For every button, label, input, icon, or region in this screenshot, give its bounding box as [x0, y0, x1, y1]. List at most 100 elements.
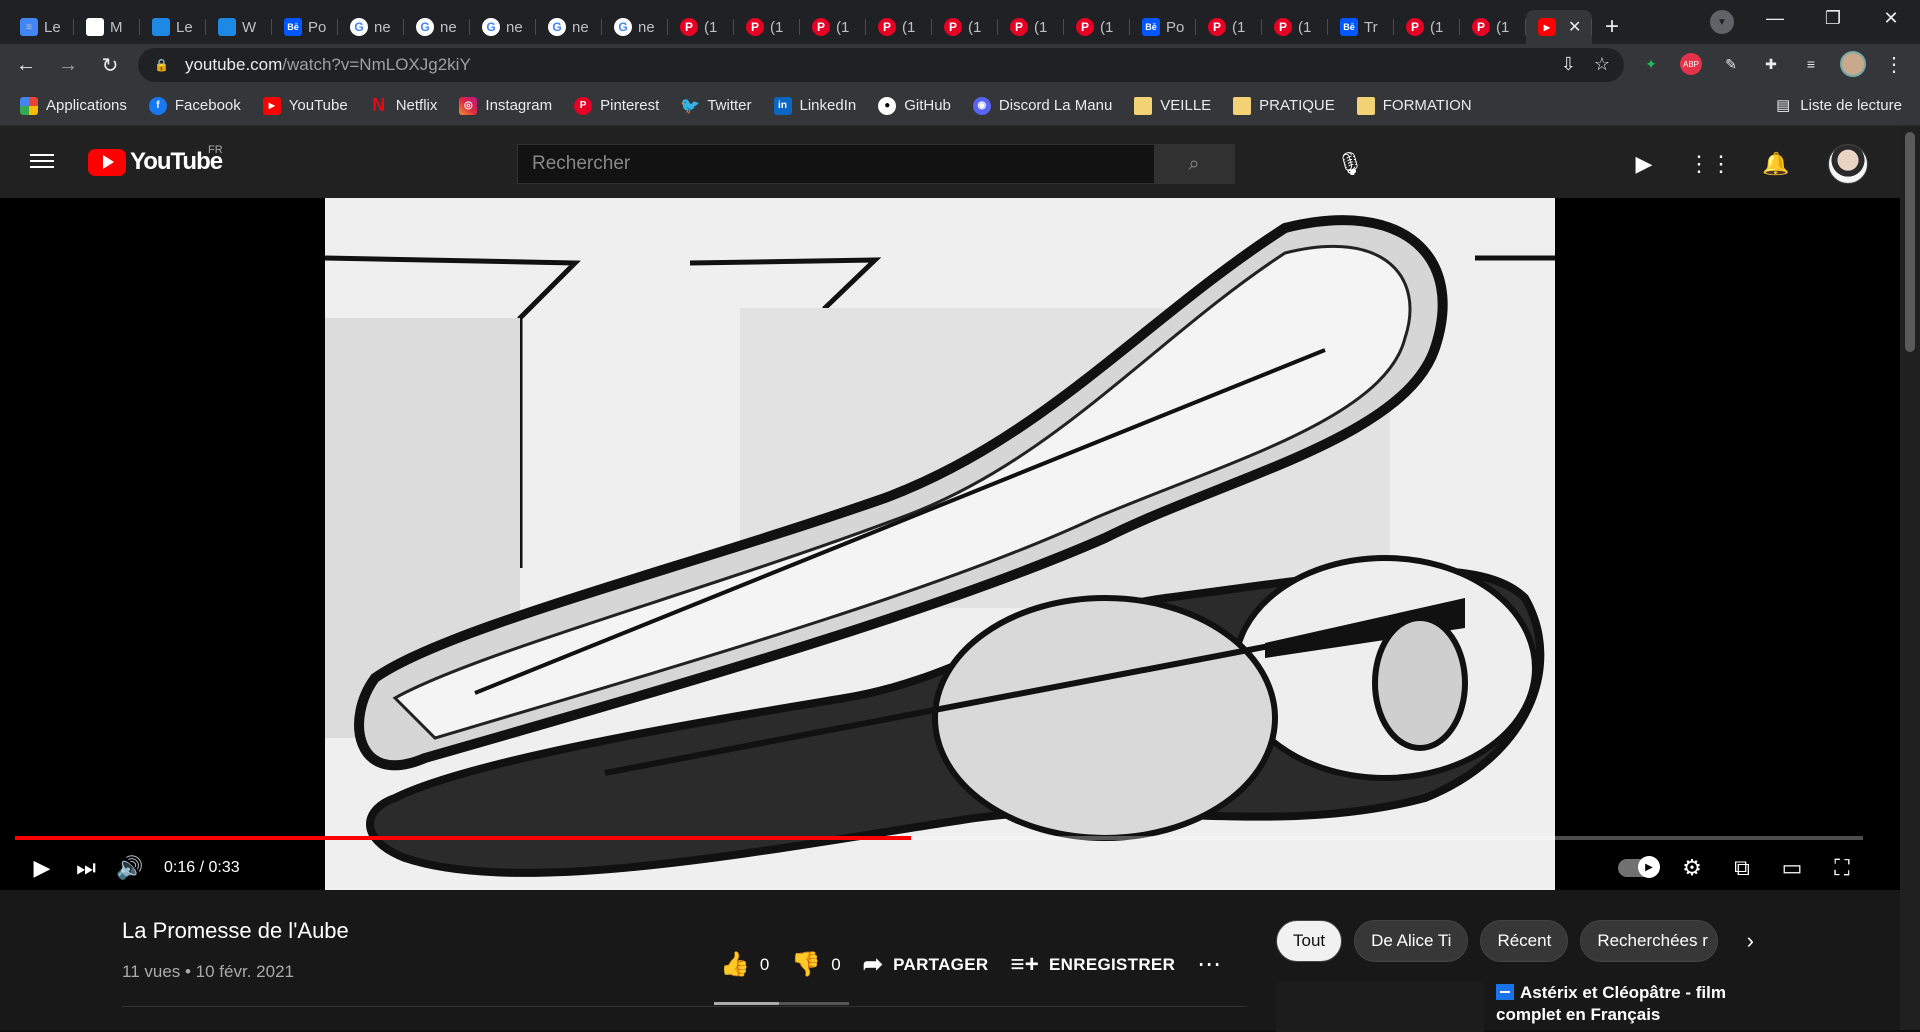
- fullscreen-icon[interactable]: ⛶: [1820, 846, 1864, 890]
- recommendation-title[interactable]: Astérix et Cléopâtre - film complet en F…: [1496, 982, 1776, 1026]
- tab-11[interactable]: P (1: [734, 10, 800, 44]
- back-icon[interactable]: ←: [10, 49, 42, 81]
- search-input[interactable]: [518, 145, 1154, 183]
- tab-12[interactable]: P (1: [800, 10, 866, 44]
- media-controls-icon[interactable]: ≡: [1800, 53, 1822, 75]
- bookmark-linkedin[interactable]: in LinkedIn: [773, 96, 856, 115]
- bookmark-pratique[interactable]: PRATIQUE: [1233, 96, 1335, 115]
- close-window-icon[interactable]: ✕: [1862, 0, 1920, 36]
- create-video-icon[interactable]: ▶: [1630, 150, 1658, 178]
- play-icon[interactable]: ▶: [20, 846, 64, 890]
- search-button[interactable]: ⌕: [1154, 145, 1234, 183]
- tab-18[interactable]: P (1: [1196, 10, 1262, 44]
- miniplayer-icon[interactable]: ⧉: [1720, 846, 1764, 890]
- tab-6[interactable]: Gne: [404, 10, 470, 44]
- restore-icon[interactable]: ❐: [1804, 0, 1862, 36]
- install-app-icon[interactable]: ⇩: [1561, 54, 1576, 75]
- video-player[interactable]: ▶ ⏭ 🔊 0:16 / 0:33 ⚙ ⧉ ▭ ⛶: [0, 198, 1900, 890]
- extension-leaf-icon[interactable]: ✦: [1640, 53, 1662, 75]
- like-button[interactable]: 👍 0: [720, 950, 769, 979]
- address-bar[interactable]: 🔒 youtube.com/watch?v=NmLOXJg2kiY ⇩ ☆: [138, 48, 1624, 82]
- dislike-button[interactable]: 👎 0: [791, 950, 840, 979]
- lock-icon[interactable]: 🔒: [154, 58, 169, 72]
- browser-menu-icon[interactable]: ⋮: [1884, 52, 1904, 77]
- tab-search-icon[interactable]: ▼: [1710, 10, 1734, 34]
- youtube-logo[interactable]: YouTube FR: [88, 144, 223, 176]
- page-scrollbar[interactable]: [1900, 126, 1920, 1030]
- tab-label: (1: [1496, 18, 1510, 36]
- voice-search-icon[interactable]: 🎙: [1330, 144, 1370, 184]
- scrollbar-thumb[interactable]: [1905, 132, 1915, 352]
- word-icon: [152, 18, 170, 36]
- forward-icon[interactable]: →: [52, 49, 84, 81]
- progress-bar[interactable]: [15, 836, 1863, 840]
- pinterest-icon: P: [746, 18, 764, 36]
- tab-21[interactable]: P (1: [1394, 10, 1460, 44]
- tab-3[interactable]: W: [206, 10, 272, 44]
- menu-hamburger-icon[interactable]: [30, 150, 54, 174]
- bookmark-netflix[interactable]: N Netflix: [370, 95, 437, 115]
- reload-icon[interactable]: ↻: [94, 49, 126, 81]
- bookmark-applications[interactable]: Applications: [20, 96, 127, 115]
- chip-searched[interactable]: Recherchées r: [1580, 920, 1719, 962]
- minimize-icon[interactable]: —: [1746, 0, 1804, 36]
- volume-icon[interactable]: 🔊: [108, 846, 152, 890]
- bookmark-facebook[interactable]: f Facebook: [148, 96, 241, 115]
- theater-mode-icon[interactable]: ▭: [1770, 846, 1814, 890]
- chip-recent[interactable]: Récent: [1480, 920, 1569, 962]
- apps-grid-icon[interactable]: ⋮⋮: [1688, 150, 1732, 178]
- account-avatar[interactable]: [1828, 144, 1868, 184]
- more-actions-icon[interactable]: ⋯: [1197, 950, 1221, 979]
- chips-next-chevron-icon[interactable]: ›: [1730, 920, 1770, 962]
- browser-profile-avatar[interactable]: [1840, 51, 1866, 77]
- tab-label: Le: [176, 18, 193, 36]
- tab-17[interactable]: Bē Po: [1130, 10, 1196, 44]
- bookmark-youtube[interactable]: ▶ YouTube: [262, 96, 348, 115]
- tab-5[interactable]: Gne: [338, 10, 404, 44]
- extensions-puzzle-icon[interactable]: ✚: [1760, 53, 1782, 75]
- bookmark-pinterest[interactable]: P Pinterest: [574, 96, 659, 115]
- tab-15[interactable]: P (1: [998, 10, 1064, 44]
- tab-active-youtube[interactable]: ▶ ✕: [1526, 10, 1592, 44]
- reading-list-button[interactable]: ▤ Liste de lecture: [1776, 96, 1902, 115]
- bookmark-instagram[interactable]: ◎ Instagram: [459, 96, 552, 115]
- tab-14[interactable]: P (1: [932, 10, 998, 44]
- tab-label: ne: [572, 18, 589, 36]
- bookmark-formation[interactable]: FORMATION: [1356, 96, 1472, 115]
- search-icon: ⌕: [1188, 152, 1200, 175]
- tab-9[interactable]: Gne: [602, 10, 668, 44]
- tab-10[interactable]: P (1: [668, 10, 734, 44]
- settings-gear-icon[interactable]: ⚙: [1670, 846, 1714, 890]
- chip-all[interactable]: Tout: [1276, 920, 1343, 962]
- save-button[interactable]: ≡+ ENREGISTRER: [1010, 951, 1175, 979]
- extension-pen-icon[interactable]: ✎: [1720, 53, 1742, 75]
- close-tab-icon[interactable]: ✕: [1568, 17, 1581, 37]
- share-button[interactable]: ➦ PARTAGER: [863, 950, 989, 979]
- autoplay-toggle[interactable]: [1618, 856, 1660, 878]
- tab-label: (1: [770, 18, 784, 36]
- tab-4[interactable]: Bē Po: [272, 10, 338, 44]
- tab-19[interactable]: P (1: [1262, 10, 1328, 44]
- bookmark-veille[interactable]: VEILLE: [1134, 96, 1211, 115]
- tab-8[interactable]: Gne: [536, 10, 602, 44]
- video-frame[interactable]: [324, 198, 1555, 890]
- new-tab-button[interactable]: +: [1592, 10, 1632, 44]
- tab-0[interactable]: ≡ Le: [8, 10, 74, 44]
- chip-from-channel[interactable]: De Alice Ti: [1354, 920, 1469, 962]
- like-ratio-bar: [714, 1002, 849, 1005]
- tab-7[interactable]: Gne: [470, 10, 536, 44]
- tab-13[interactable]: P (1: [866, 10, 932, 44]
- tab-16[interactable]: P (1: [1064, 10, 1130, 44]
- adblock-icon[interactable]: ABP: [1680, 53, 1702, 75]
- bookmark-github[interactable]: ● GitHub: [878, 96, 951, 115]
- tab-1[interactable]: M: [74, 10, 140, 44]
- recommendation-thumbnail[interactable]: [1276, 982, 1484, 1032]
- bookmark-star-icon[interactable]: ☆: [1594, 54, 1610, 75]
- bookmark-discord-la-manu[interactable]: ◉ Discord La Manu: [972, 96, 1112, 115]
- tab-22[interactable]: P (1: [1460, 10, 1526, 44]
- tab-2[interactable]: Le: [140, 10, 206, 44]
- next-video-icon[interactable]: ⏭: [64, 846, 108, 890]
- tab-20[interactable]: Bē Tr: [1328, 10, 1394, 44]
- bookmark-twitter[interactable]: 🐦 Twitter: [680, 97, 751, 115]
- notifications-bell-icon[interactable]: 🔔: [1762, 150, 1790, 178]
